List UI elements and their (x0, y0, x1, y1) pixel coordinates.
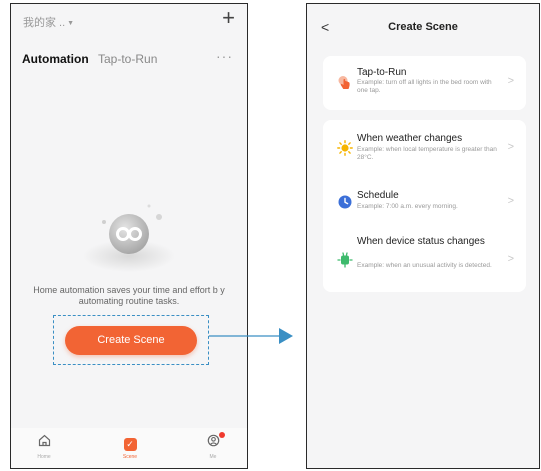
empty-illustration (83, 204, 175, 272)
scene-icon: ✓ (123, 438, 137, 451)
option-device-status[interactable]: When device status changes Example: when… (323, 228, 526, 292)
device-icon (337, 252, 353, 268)
option-title: When device status changes (357, 236, 485, 247)
option-title: When weather changes (357, 133, 463, 144)
tab-automation[interactable]: Automation (22, 52, 89, 66)
home-icon (38, 434, 50, 447)
option-desc: Example: turn off all lights in the bed … (357, 79, 492, 94)
nav-me[interactable]: Me (193, 432, 233, 460)
page-title: Create Scene (388, 21, 458, 33)
option-desc: Example: when an unusual activity is det… (357, 262, 492, 269)
option-desc: Example: 7:00 a.m. every morning. (357, 203, 458, 210)
option-schedule[interactable]: Schedule Example: 7:00 a.m. every mornin… (323, 178, 526, 228)
nav-home-label: Home (37, 454, 51, 460)
sun-icon (337, 140, 353, 156)
create-scene-button[interactable]: Create Scene (65, 326, 197, 355)
chevron-right-icon: > (507, 75, 514, 87)
nav-scene[interactable]: ✓ Scene (110, 434, 150, 460)
me-icon (207, 434, 219, 447)
hand-tap-icon (338, 76, 350, 89)
top-bar: 我的家 .. ▼ + (11, 4, 247, 40)
tab-bar: Automation Tap-to-Run ··· (11, 48, 247, 72)
option-tap-to-run[interactable]: Tap-to-Run Example: turn off all lights … (323, 56, 526, 110)
clock-icon (338, 195, 352, 209)
option-weather[interactable]: When weather changes Example: when local… (323, 120, 526, 178)
bottom-nav: Home ✓ Scene Me (11, 428, 247, 468)
create-scene-screen: < Create Scene Tap-to-Run Example: turn … (306, 3, 540, 469)
home-selector[interactable]: 我的家 .. ▼ (23, 14, 74, 30)
tap-to-run-card: Tap-to-Run Example: turn off all lights … (323, 56, 526, 110)
home-selector-label: 我的家 .. (23, 17, 66, 29)
chevron-right-icon: > (507, 253, 514, 265)
caret-down-icon: ▼ (67, 19, 75, 27)
connector-arrow (209, 328, 293, 344)
option-desc: Example: when local temperature is great… (357, 146, 497, 161)
nav-scene-label: Scene (122, 454, 138, 460)
header: < Create Scene (307, 4, 539, 44)
notification-dot (219, 432, 225, 438)
chevron-right-icon: > (507, 141, 514, 153)
option-title: Schedule (357, 190, 399, 201)
chevron-right-icon: > (507, 195, 514, 207)
nav-home[interactable]: Home (24, 434, 64, 460)
empty-state-text: Home automation saves your time and effo… (33, 285, 225, 306)
nav-me-label: Me (209, 454, 217, 460)
plus-icon[interactable]: + (222, 6, 235, 30)
automation-screen: 我的家 .. ▼ + Automation Tap-to-Run ··· Hom… (10, 3, 248, 469)
more-icon[interactable]: ··· (216, 48, 233, 64)
tab-tap-to-run[interactable]: Tap-to-Run (98, 52, 157, 66)
option-title: Tap-to-Run (357, 67, 407, 78)
condition-card: When weather changes Example: when local… (323, 120, 526, 292)
